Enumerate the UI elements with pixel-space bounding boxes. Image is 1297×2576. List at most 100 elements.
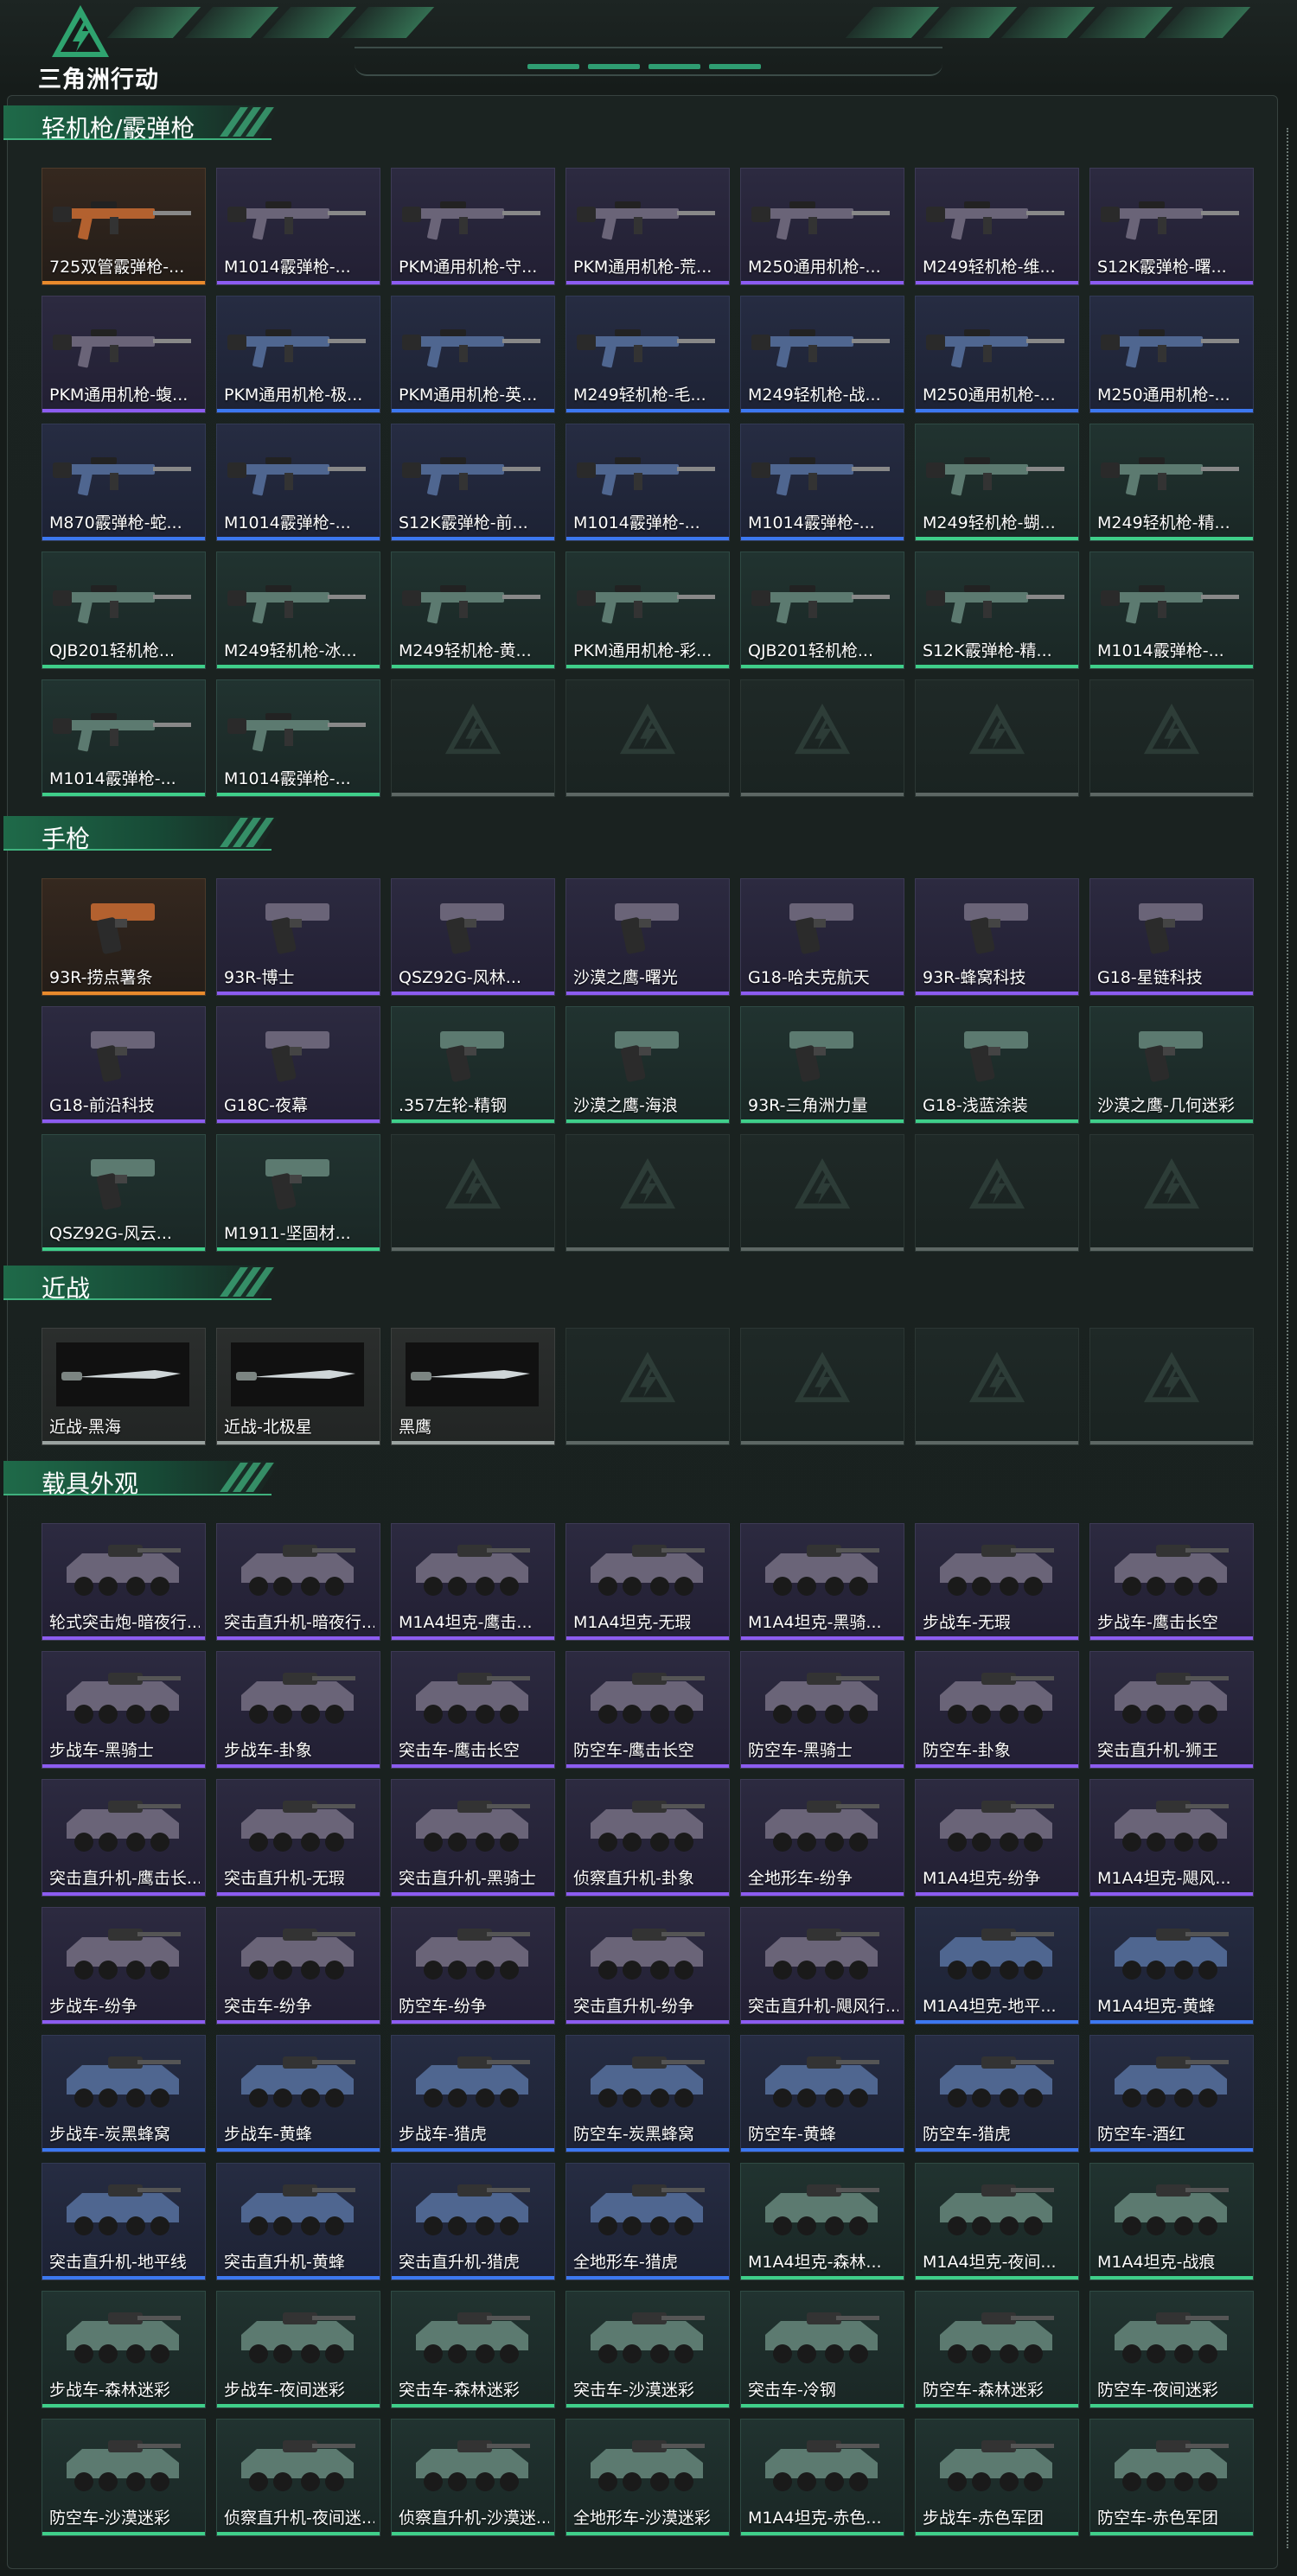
item-card[interactable]: .357左轮-精钢 [391, 1006, 555, 1124]
item-card[interactable]: M1A4坦克-纷争 [915, 1779, 1079, 1897]
item-card[interactable]: 侦察直升机-卦象 [565, 1779, 730, 1897]
item-card[interactable]: M250通用机枪-... [915, 296, 1079, 413]
item-card[interactable]: 突击直升机-黑骑士 [391, 1779, 555, 1897]
item-card[interactable]: 突击车-森林迷彩 [391, 2291, 555, 2408]
item-card[interactable]: 步战车-炭黑蜂窝 [42, 2035, 206, 2152]
item-card[interactable]: 沙漠之鹰-曙光 [565, 878, 730, 996]
item-card[interactable]: G18-浅蓝涂装 [915, 1006, 1079, 1124]
item-card[interactable]: 全地形车-纷争 [740, 1779, 904, 1897]
item-card[interactable]: M1A4坦克-赤色... [740, 2419, 904, 2536]
item-card[interactable]: M1014霰弹枪-... [42, 679, 206, 797]
item-card[interactable]: S12K霰弹枪-精... [915, 552, 1079, 669]
item-card[interactable]: G18-哈夫克航天 [740, 878, 904, 996]
item-card[interactable]: M1911-坚固材... [216, 1134, 380, 1252]
item-card[interactable]: G18C-夜幕 [216, 1006, 380, 1124]
item-card[interactable]: PKM通用机枪-彩... [565, 552, 730, 669]
item-card[interactable]: 步战车-无瑕 [915, 1523, 1079, 1641]
item-card[interactable]: 突击直升机-飓风行... [740, 1907, 904, 2024]
item-card[interactable]: QSZ92G-风林... [391, 878, 555, 996]
item-card[interactable]: 93R-三角洲力量 [740, 1006, 904, 1124]
item-card[interactable]: M1A4坦克-鹰击... [391, 1523, 555, 1641]
item-card[interactable]: PKM通用机枪-守... [391, 168, 555, 285]
item-card[interactable]: 突击车-冷钢 [740, 2291, 904, 2408]
item-card[interactable]: 全地形车-沙漠迷彩 [565, 2419, 730, 2536]
item-card[interactable]: M1A4坦克-无瑕 [565, 1523, 730, 1641]
item-card[interactable]: QJB201轻机枪... [42, 552, 206, 669]
item-card[interactable]: M249轻机枪-战... [740, 296, 904, 413]
item-card[interactable]: 93R-博士 [216, 878, 380, 996]
item-card[interactable]: 防空车-纷争 [391, 1907, 555, 2024]
item-card[interactable]: QSZ92G-风云... [42, 1134, 206, 1252]
section-header[interactable]: 手枪 [3, 813, 289, 856]
item-card[interactable]: M1014霰弹枪-... [216, 679, 380, 797]
item-card[interactable]: M1014霰弹枪-... [740, 424, 904, 541]
item-card[interactable]: M1A4坦克-森林... [740, 2163, 904, 2280]
section-header[interactable]: 近战 [3, 1262, 289, 1305]
item-card[interactable]: 侦察直升机-沙漠迷... [391, 2419, 555, 2536]
item-card[interactable]: 突击直升机-纷争 [565, 1907, 730, 2024]
item-card[interactable]: 突击车-纷争 [216, 1907, 380, 2024]
item-card[interactable]: 防空车-赤色军团 [1089, 2419, 1254, 2536]
item-card[interactable]: 725双管霰弹枪-... [42, 168, 206, 285]
item-card[interactable]: S12K霰弹枪-曙... [1089, 168, 1254, 285]
item-card[interactable]: M249轻机枪-维... [915, 168, 1079, 285]
item-card[interactable]: M1014霰弹枪-... [216, 168, 380, 285]
item-card[interactable]: PKM通用机枪-蝮... [42, 296, 206, 413]
item-card[interactable]: 防空车-森林迷彩 [915, 2291, 1079, 2408]
item-card[interactable]: 防空车-卦象 [915, 1651, 1079, 1769]
item-card[interactable]: 步战车-夜间迷彩 [216, 2291, 380, 2408]
item-card[interactable]: 突击直升机-猎虎 [391, 2163, 555, 2280]
item-card[interactable]: 防空车-炭黑蜂窝 [565, 2035, 730, 2152]
item-card[interactable]: 突击直升机-无瑕 [216, 1779, 380, 1897]
item-card[interactable]: M249轻机枪-精... [1089, 424, 1254, 541]
item-card[interactable]: 步战车-黑骑士 [42, 1651, 206, 1769]
item-card[interactable]: 突击直升机-暗夜行... [216, 1523, 380, 1641]
item-card[interactable]: 侦察直升机-夜间迷... [216, 2419, 380, 2536]
item-card[interactable]: M249轻机枪-冰... [216, 552, 380, 669]
item-card[interactable]: PKM通用机枪-荒... [565, 168, 730, 285]
item-card[interactable]: M1014霰弹枪-... [1089, 552, 1254, 669]
item-card[interactable]: 步战车-猎虎 [391, 2035, 555, 2152]
item-card[interactable]: 93R-蜂窝科技 [915, 878, 1079, 996]
item-card[interactable]: PKM通用机枪-极... [216, 296, 380, 413]
item-card[interactable]: 沙漠之鹰-海浪 [565, 1006, 730, 1124]
item-card[interactable]: 突击直升机-狮王 [1089, 1651, 1254, 1769]
item-card[interactable]: G18-前沿科技 [42, 1006, 206, 1124]
item-card[interactable]: 步战车-鹰击长空 [1089, 1523, 1254, 1641]
item-card[interactable]: M1A4坦克-地平... [915, 1907, 1079, 2024]
item-card[interactable]: 防空车-鹰击长空 [565, 1651, 730, 1769]
scrollbar[interactable] [1287, 128, 1290, 2548]
item-card[interactable]: 黑鹰 [391, 1328, 555, 1445]
item-card[interactable]: M1014霰弹枪-... [216, 424, 380, 541]
item-card[interactable]: M1A4坦克-战痕 [1089, 2163, 1254, 2280]
item-card[interactable]: 步战车-赤色军团 [915, 2419, 1079, 2536]
item-card[interactable]: M250通用机枪-... [740, 168, 904, 285]
item-card[interactable]: 沙漠之鹰-几何迷彩 [1089, 1006, 1254, 1124]
item-card[interactable]: 突击车-沙漠迷彩 [565, 2291, 730, 2408]
item-card[interactable]: M1A4坦克-黄蜂 [1089, 1907, 1254, 2024]
item-card[interactable]: 防空车-黄蜂 [740, 2035, 904, 2152]
item-card[interactable]: 步战车-卦象 [216, 1651, 380, 1769]
item-card[interactable]: M1A4坦克-飓风... [1089, 1779, 1254, 1897]
section-header[interactable]: 载具外观 [3, 1457, 289, 1501]
item-card[interactable]: M1A4坦克-夜间... [915, 2163, 1079, 2280]
item-card[interactable]: 防空车-夜间迷彩 [1089, 2291, 1254, 2408]
item-card[interactable]: M870霰弹枪-蛇... [42, 424, 206, 541]
section-header[interactable]: 轻机枪/霰弹枪 [3, 102, 289, 145]
item-card[interactable]: M250通用机枪-... [1089, 296, 1254, 413]
item-card[interactable]: M249轻机枪-黄... [391, 552, 555, 669]
item-card[interactable]: 步战车-黄蜂 [216, 2035, 380, 2152]
item-card[interactable]: 轮式突击炮-暗夜行... [42, 1523, 206, 1641]
item-card[interactable]: 93R-捞点薯条 [42, 878, 206, 996]
item-card[interactable]: M249轻机枪-蝴... [915, 424, 1079, 541]
item-card[interactable]: 近战-黑海 [42, 1328, 206, 1445]
item-card[interactable]: 突击直升机-鹰击长... [42, 1779, 206, 1897]
item-card[interactable]: 防空车-黑骑士 [740, 1651, 904, 1769]
item-card[interactable]: 全地形车-猎虎 [565, 2163, 730, 2280]
item-card[interactable]: 突击车-鹰击长空 [391, 1651, 555, 1769]
item-card[interactable]: S12K霰弹枪-前... [391, 424, 555, 541]
item-card[interactable]: 步战车-森林迷彩 [42, 2291, 206, 2408]
item-card[interactable]: M1A4坦克-黑骑... [740, 1523, 904, 1641]
item-card[interactable]: 防空车-酒红 [1089, 2035, 1254, 2152]
item-card[interactable]: PKM通用机枪-英... [391, 296, 555, 413]
